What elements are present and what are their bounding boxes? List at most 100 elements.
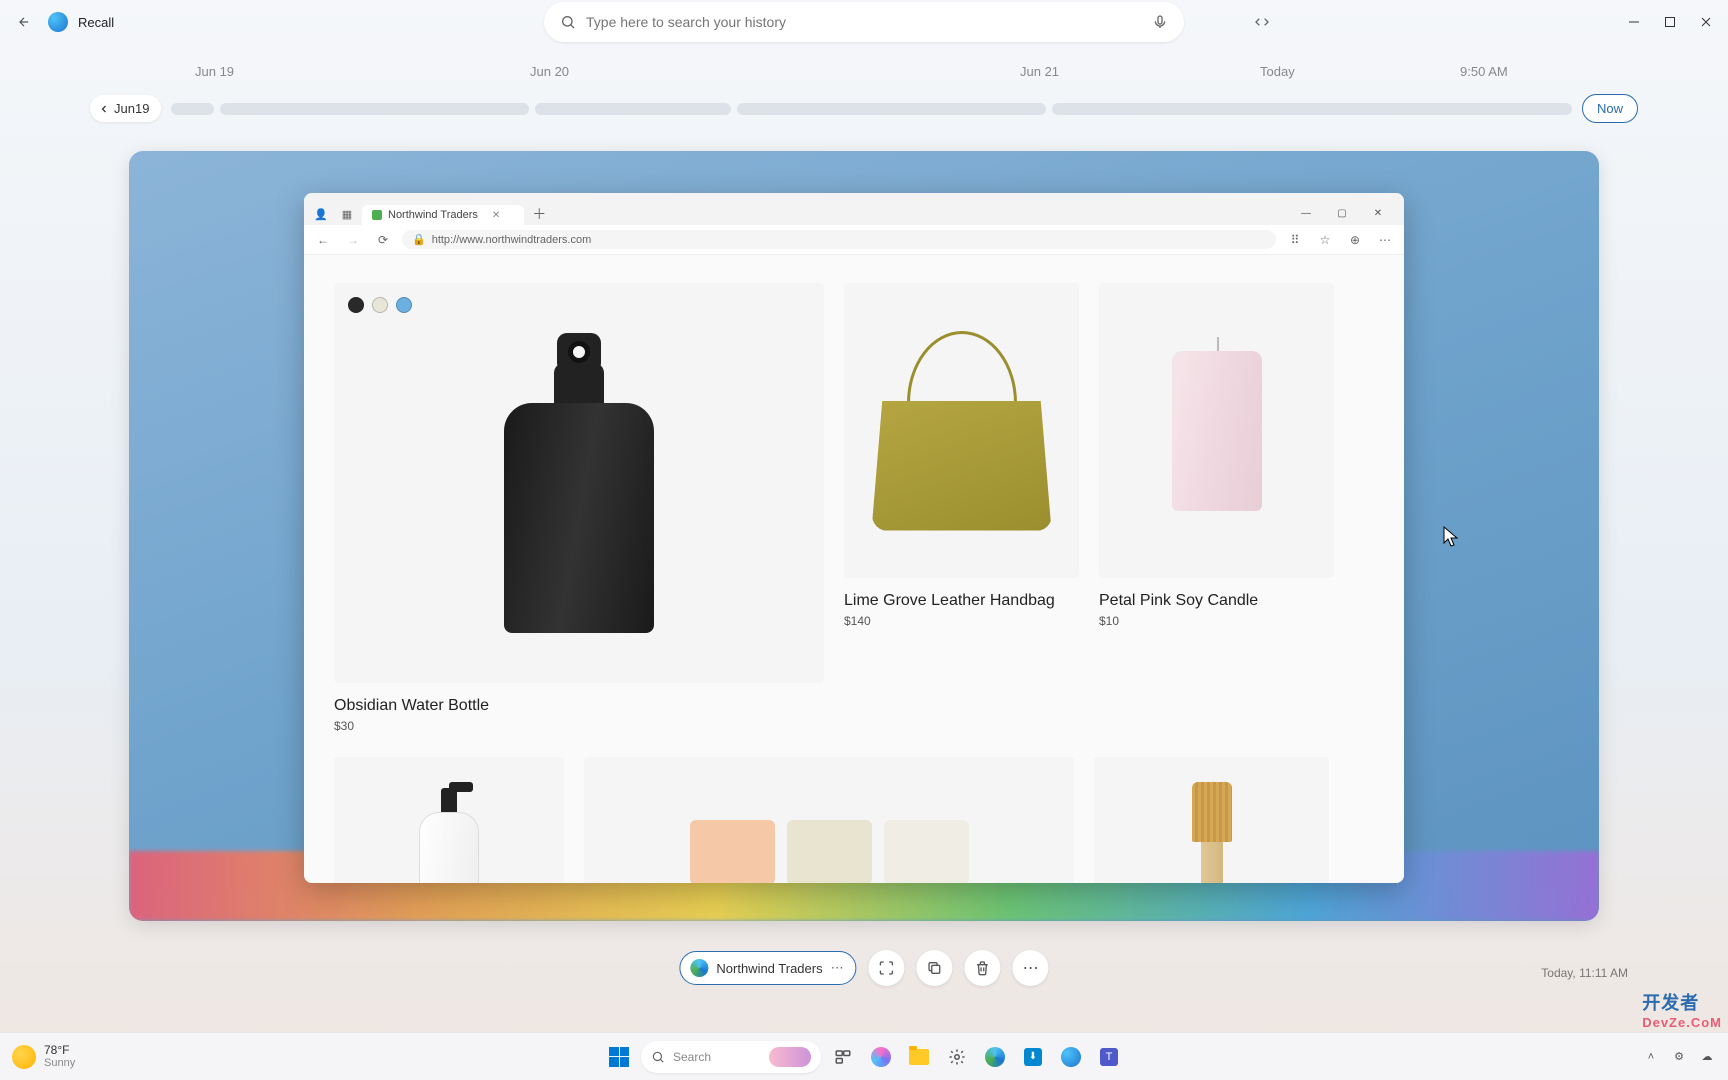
back-button[interactable] [10, 8, 38, 36]
product-price: $30 [334, 719, 824, 733]
product-price: $10 [1099, 614, 1334, 628]
timeline-labels: Jun 19 Jun 20 Jun 21 Today 9:50 AM [90, 64, 1638, 88]
mic-icon[interactable] [1152, 14, 1168, 30]
copy-button[interactable] [917, 950, 953, 986]
maximize-button[interactable] [1654, 6, 1686, 38]
product-card[interactable]: Lime Grove Leather Handbag $140 [844, 283, 1079, 733]
browser-content: Obsidian Water Bottle $30 Lime Grove Lea… [304, 255, 1404, 883]
taskbar-center: Search ⬇ T [603, 1041, 1125, 1073]
color-swatch[interactable] [372, 297, 388, 313]
more-icon: ⋯ [1023, 958, 1039, 978]
timeline-track[interactable] [171, 103, 1572, 115]
profile-icon[interactable]: 👤 [310, 203, 332, 225]
app-title: Recall [78, 15, 114, 30]
browser-window-controls: — ▢ ✕ [1290, 201, 1398, 225]
weather-icon [12, 1045, 36, 1069]
system-tray[interactable]: ˄ ⚙ ☁ [1642, 1048, 1716, 1066]
new-tab-button[interactable]: ＋ [528, 203, 550, 225]
taskbar: 78°F Sunny Search ⬇ T ˄ ⚙ ☁ [0, 1032, 1728, 1080]
tab-close-icon[interactable]: ✕ [492, 210, 500, 221]
window-controls [1618, 6, 1722, 38]
product-image [1187, 782, 1237, 883]
taskbar-search[interactable]: Search [641, 1041, 821, 1073]
screenshot-button[interactable] [869, 950, 905, 986]
browser-refresh-button[interactable]: ⟳ [372, 229, 394, 251]
product-name: Petal Pink Soy Candle [1099, 592, 1334, 610]
tray-settings-icon[interactable]: ⚙ [1670, 1048, 1688, 1066]
timeline-label: Today [1260, 64, 1295, 79]
history-search[interactable] [544, 2, 1184, 42]
color-swatches [348, 297, 412, 313]
minimize-button[interactable] [1618, 6, 1650, 38]
browser-back-button[interactable]: ← [312, 229, 334, 251]
color-swatch[interactable] [348, 297, 364, 313]
history-search-input[interactable] [586, 14, 1142, 30]
edge-icon [690, 959, 708, 977]
product-name: Obsidian Water Bottle [334, 697, 824, 715]
timeline-label: Jun 19 [195, 64, 234, 79]
explorer-icon[interactable] [903, 1041, 935, 1073]
favorites-icon[interactable]: ☆ [1314, 229, 1336, 251]
collections-icon[interactable]: ⊕ [1344, 229, 1366, 251]
product-image [872, 331, 1052, 531]
translate-icon[interactable]: ⠿ [1284, 229, 1306, 251]
edge-icon[interactable] [979, 1041, 1011, 1073]
product-card[interactable] [334, 757, 564, 883]
chevron-left-icon [98, 103, 110, 115]
product-name: Lime Grove Leather Handbag [844, 592, 1079, 610]
source-app-pill[interactable]: Northwind Traders ⋯ [679, 951, 856, 985]
browser-url-input[interactable]: 🔒 http://www.northwindtraders.com [402, 230, 1276, 249]
workspaces-icon[interactable]: ▦ [336, 203, 358, 225]
lock-icon: 🔒 [412, 233, 426, 246]
task-view-button[interactable] [827, 1041, 859, 1073]
weather-widget[interactable]: 78°F Sunny [12, 1044, 75, 1069]
weather-temp: 78°F [44, 1044, 75, 1057]
product-card[interactable]: Petal Pink Soy Candle $10 [1099, 283, 1334, 733]
browser-menu-button[interactable]: ⋯ [1374, 229, 1396, 251]
product-price: $140 [844, 614, 1079, 628]
color-swatch[interactable] [396, 297, 412, 313]
now-button[interactable]: Now [1582, 94, 1638, 123]
product-card[interactable] [1094, 757, 1329, 883]
product-card[interactable] [584, 757, 1074, 883]
store-icon[interactable]: ⬇ [1017, 1041, 1049, 1073]
more-icon[interactable]: ⋯ [831, 960, 844, 976]
recall-icon[interactable] [1055, 1041, 1087, 1073]
search-icon [560, 14, 576, 30]
watermark: 开发者 DevZe.CoM [1642, 989, 1722, 1030]
search-highlight-icon [769, 1047, 811, 1067]
browser-close-button[interactable]: ✕ [1362, 201, 1394, 225]
browser-maximize-button[interactable]: ▢ [1326, 201, 1358, 225]
product-image [1172, 351, 1262, 511]
copilot-icon[interactable] [865, 1041, 897, 1073]
product-image [504, 333, 654, 633]
onedrive-icon[interactable]: ☁ [1698, 1048, 1716, 1066]
more-actions-button[interactable]: ⋯ [1013, 950, 1049, 986]
settings-icon[interactable] [941, 1041, 973, 1073]
browser-minimize-button[interactable]: — [1290, 201, 1322, 225]
browser-window: 👤 ▦ Northwind Traders ✕ ＋ — ▢ ✕ ← → ⟳ 🔒 … [304, 193, 1404, 883]
dev-toggle-button[interactable] [1246, 6, 1278, 38]
app-icon [48, 12, 68, 32]
product-image [690, 820, 969, 884]
snapshot-timestamp: Today, 11:11 AM [1541, 966, 1628, 980]
snapshot-card: 👤 ▦ Northwind Traders ✕ ＋ — ▢ ✕ ← → ⟳ 🔒 … [129, 151, 1599, 921]
close-button[interactable] [1690, 6, 1722, 38]
teams-icon[interactable]: T [1093, 1041, 1125, 1073]
timeline-date-pill[interactable]: Jun19 [90, 95, 161, 122]
cursor-icon [1443, 526, 1459, 548]
start-button[interactable] [603, 1041, 635, 1073]
titlebar: Recall [0, 0, 1728, 44]
search-icon [651, 1050, 665, 1064]
favicon-icon [372, 210, 382, 220]
snapshot-actionbar: Northwind Traders ⋯ ⋯ [679, 950, 1048, 986]
browser-addressbar-row: ← → ⟳ 🔒 http://www.northwindtraders.com … [304, 225, 1404, 255]
timeline-label: 9:50 AM [1460, 64, 1508, 79]
chevron-up-icon[interactable]: ˄ [1642, 1048, 1660, 1066]
timeline: Jun 19 Jun 20 Jun 21 Today 9:50 AM Jun19… [0, 44, 1728, 123]
weather-condition: Sunny [44, 1057, 75, 1069]
browser-forward-button[interactable]: → [342, 229, 364, 251]
browser-tab[interactable]: Northwind Traders ✕ [362, 205, 524, 225]
delete-button[interactable] [965, 950, 1001, 986]
product-card[interactable]: Obsidian Water Bottle $30 [334, 283, 824, 733]
